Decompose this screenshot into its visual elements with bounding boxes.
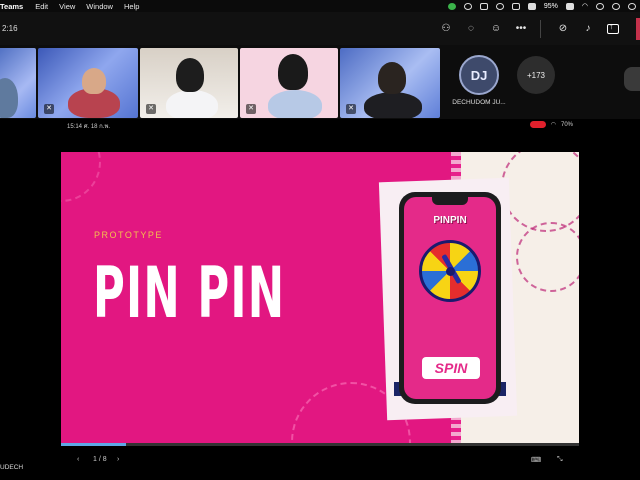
- display-icon[interactable]: [479, 2, 488, 10]
- menu-view[interactable]: View: [59, 2, 75, 11]
- app-logo: PINPIN: [433, 215, 467, 226]
- slide-title: PIN PIN: [93, 252, 286, 334]
- app-menu-teams[interactable]: Teams: [0, 2, 23, 11]
- presenter-name: UDECH: [0, 464, 24, 471]
- participant-video: [0, 78, 18, 118]
- presentation-progress-fill: [61, 443, 126, 446]
- chat-icon[interactable]: ◌: [460, 18, 482, 40]
- input-source-icon[interactable]: [527, 2, 536, 10]
- fullscreen-icon[interactable]: ⤡: [557, 456, 563, 464]
- recording-indicator: [529, 121, 546, 128]
- more-participants-button[interactable]: +173: [517, 56, 555, 94]
- wifi-icon: ◠: [550, 122, 556, 128]
- next-slide-icon[interactable]: ›: [117, 456, 119, 463]
- participant-video: [268, 90, 322, 118]
- participant-strip: ✕ ✕ ✕ ✕ DJ DECHUDOM JU... +173: [0, 45, 640, 119]
- menu-bar: Teams Edit View Window Help 95% ◠: [0, 0, 640, 12]
- presentation-progress-bar: [61, 443, 579, 446]
- mic-muted-icon: ✕: [246, 104, 256, 114]
- mic-off-icon[interactable]: ♪: [577, 18, 599, 40]
- mic-muted-icon: ✕: [146, 104, 156, 114]
- meeting-timer: 2:16: [2, 24, 18, 33]
- reactions-icon[interactable]: ☺: [485, 18, 507, 40]
- mic-muted-icon: ✕: [346, 104, 356, 114]
- spin-button: SPIN: [422, 357, 480, 379]
- battery-icon[interactable]: [565, 2, 574, 10]
- siri-icon[interactable]: [628, 2, 636, 10]
- participant-face: [176, 58, 204, 92]
- self-view-tile[interactable]: [624, 67, 640, 91]
- participant-face: [278, 54, 308, 90]
- control-center-icon[interactable]: [612, 2, 620, 10]
- participant-face: [82, 68, 106, 94]
- presentation-controls: ‹ 1 / 8 › ⌨ ⤡: [61, 449, 579, 473]
- participant-name: DECHUDOM JU...: [452, 99, 506, 106]
- leave-button[interactable]: [636, 17, 640, 40]
- meeting-toolbar: 2:16 ⚇ ◌ ☺ ••• ⊘ ♪: [0, 12, 640, 45]
- share-icon: [607, 21, 619, 34]
- phone-screen: PINPIN SPIN: [404, 197, 496, 399]
- camera-off-icon[interactable]: ⊘: [552, 18, 574, 40]
- search-icon[interactable]: [596, 2, 604, 10]
- page-indicator: 1 / 8: [93, 456, 107, 463]
- participant-avatar-tile[interactable]: DJ DECHUDOM JU...: [445, 48, 513, 118]
- floral-decoration: [516, 222, 579, 292]
- presentation-slide: PROTOTYPE PIN PIN PINPIN SPIN: [61, 152, 579, 443]
- slide-label: PROTOTYPE: [94, 230, 163, 240]
- shared-screen-battery: 70%: [560, 121, 573, 128]
- participant-tile[interactable]: ✕: [140, 48, 238, 118]
- shared-screen-time: 15:14: [67, 124, 83, 130]
- mic-muted-icon: ✕: [44, 104, 54, 114]
- shared-content-stage: 15:14 ศ. 18 ก.พ. ◠ 70% PROTOTYPE PIN PIN…: [0, 119, 640, 480]
- wheel-center: [446, 267, 455, 276]
- line-app-icon[interactable]: [447, 2, 456, 10]
- participant-tile[interactable]: ✕: [240, 48, 338, 118]
- menu-window[interactable]: Window: [86, 2, 113, 11]
- menu-bar-status: 95% ◠: [447, 0, 636, 12]
- participant-tile[interactable]: ✕: [38, 48, 138, 118]
- clock-icon[interactable]: [495, 2, 504, 10]
- phone-mockup: PINPIN SPIN: [399, 192, 501, 404]
- participant-video: [166, 90, 218, 118]
- wifi-icon[interactable]: ◠: [582, 2, 588, 10]
- participant-tile[interactable]: [0, 48, 36, 118]
- phone-notch: [432, 197, 468, 205]
- shared-screen-date: ศ. 18 ก.พ.: [83, 124, 111, 130]
- spin-wheel: [419, 240, 481, 302]
- people-icon[interactable]: ⚇: [435, 18, 457, 40]
- floral-decoration: [61, 152, 101, 202]
- menu-help[interactable]: Help: [124, 2, 139, 11]
- participant-tile[interactable]: ✕: [340, 48, 440, 118]
- participant-face: [378, 62, 406, 94]
- battery-percent: 95%: [543, 2, 558, 10]
- avatar: DJ: [459, 55, 499, 95]
- participant-video: [364, 92, 422, 118]
- keyboard-icon[interactable]: ⌨: [531, 456, 541, 464]
- share-button[interactable]: [602, 18, 624, 40]
- more-icon[interactable]: •••: [510, 18, 532, 40]
- toolbar-divider: [540, 19, 541, 38]
- record-icon[interactable]: [511, 2, 520, 10]
- cloud-icon[interactable]: [463, 2, 472, 10]
- shared-screen-status-bar: 15:14 ศ. 18 ก.พ. ◠ 70%: [61, 119, 579, 131]
- previous-slide-icon[interactable]: ‹: [77, 456, 79, 463]
- menu-edit[interactable]: Edit: [35, 2, 48, 11]
